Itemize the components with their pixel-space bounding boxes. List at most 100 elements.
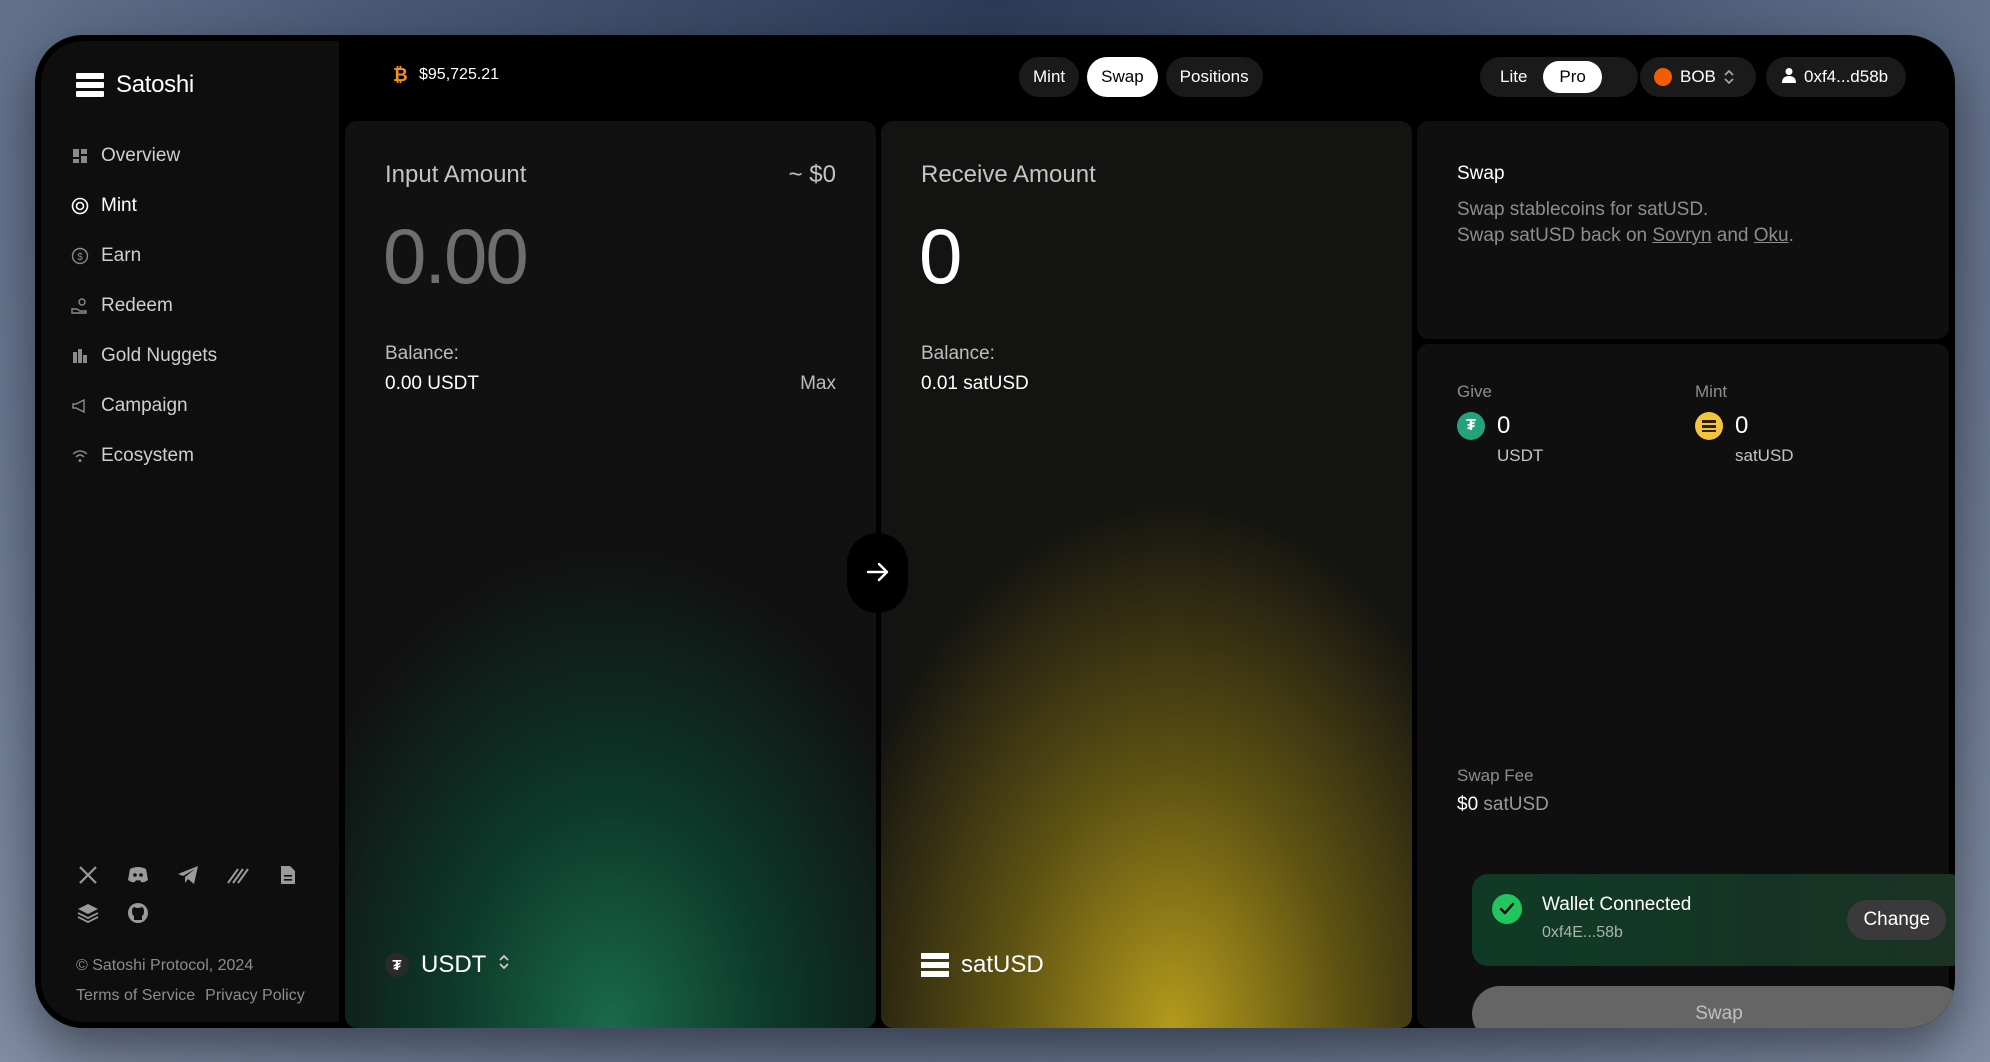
input-balance-label: Balance: [385,343,459,364]
sidebar-item-label: Overview [101,145,181,166]
hand-coins-icon [71,297,89,315]
input-panel: Input Amount ~ $0 0.00 Balance: 0.00 USD… [345,121,876,1028]
target-icon [71,197,89,215]
info-title: Swap [1457,163,1505,184]
tab-positions[interactable]: Positions [1165,57,1263,97]
sidebar-item-overview[interactable]: Overview [71,131,217,181]
bitcoin-icon: ₿ [393,65,408,85]
give-amount: ₮ 0 [1457,412,1510,440]
x-icon[interactable] [76,863,100,887]
info-line-2: Swap satUSD back on Sovryn and Oku. [1457,225,1794,247]
sidebar-item-campaign[interactable]: Campaign [71,381,217,431]
app-window: Satoshi Overview Mint $ Earn Redeem Gold… [35,35,1955,1028]
user-icon [1782,67,1796,88]
input-amount-field[interactable]: 0.00 [383,211,529,302]
brand-name: Satoshi [116,71,194,98]
layers-icon[interactable] [76,901,100,925]
sidebar-item-redeem[interactable]: Redeem [71,281,217,331]
receive-panel: Receive Amount 0 Balance: 0.01 satUSD sa… [881,121,1412,1028]
tether-icon: ₮ [1457,412,1485,440]
tether-icon: ₮ [385,953,409,977]
input-usd-value: ~ $0 [788,161,836,188]
svg-text:$: $ [77,252,83,263]
mode-lite[interactable]: Lite [1484,61,1543,93]
satoshi-logo-icon [76,73,104,97]
sidebar-item-label: Ecosystem [101,445,194,466]
chevron-updown-icon [498,951,510,979]
network-name: BOB [1680,67,1716,86]
sidebar: Satoshi Overview Mint $ Earn Redeem Gold… [41,41,339,1022]
swap-fee-token: satUSD [1483,794,1549,815]
btc-price: ₿ $95,725.21 [393,65,499,85]
account-address: 0xf4...d58b [1804,67,1889,86]
satusd-coin-icon [1695,412,1723,440]
receive-balance-label: Balance: [921,343,995,364]
terms-link[interactable]: Terms of Service [76,987,195,1005]
max-button[interactable]: Max [800,373,836,395]
sidebar-item-mint[interactable]: Mint [71,181,217,231]
megaphone-icon [71,397,89,415]
mint-amount: 0 [1695,412,1748,440]
swap-direction-button[interactable] [847,533,908,613]
receive-balance-value: 0.01 satUSD [921,373,1029,394]
give-token: USDT [1497,446,1544,465]
network-selector[interactable]: BOB [1640,57,1756,97]
swap-button[interactable]: Swap [1472,986,1955,1028]
github-icon[interactable] [126,901,150,925]
account-button[interactable]: 0xf4...d58b [1766,57,1906,97]
mint-label: Mint [1695,382,1728,401]
info-line-2-suffix: . [1788,225,1794,246]
change-wallet-button[interactable]: Change [1847,900,1946,940]
mode-pro[interactable]: Pro [1543,61,1602,93]
sidebar-item-ecosystem[interactable]: Ecosystem [71,431,217,481]
telegram-icon[interactable] [176,863,200,887]
satusd-icon [921,953,949,977]
grid-icon [71,147,89,165]
swap-fee-label: Swap Fee [1457,766,1534,785]
oku-link[interactable]: Oku [1754,225,1789,246]
discord-icon[interactable] [126,863,150,887]
swap-fee-value: $0 satUSD [1457,794,1549,816]
wallet-address: 0xf4E...58b [1542,924,1623,941]
sidebar-item-earn[interactable]: $ Earn [71,231,217,281]
wallet-status: Wallet Connected 0xf4E...58b Change [1472,874,1955,966]
sidebar-item-label: Mint [101,195,137,216]
receive-amount-label: Receive Amount [921,161,1096,188]
sovryn-link[interactable]: Sovryn [1652,225,1711,246]
sidebar-item-label: Redeem [101,295,173,316]
privacy-link[interactable]: Privacy Policy [205,987,305,1005]
dollar-circle-icon: $ [71,247,89,265]
document-icon[interactable] [276,863,300,887]
brand[interactable]: Satoshi [76,71,194,99]
input-token-selector[interactable]: ₮ USDT [385,951,510,979]
input-amount-label: Input Amount [385,161,527,188]
input-balance-value: 0.00 USDT [385,373,479,394]
input-token-name: USDT [421,951,487,978]
legal-links: Terms of Service Privacy Policy [76,987,305,1005]
mint-amount-value: 0 [1735,412,1749,439]
wifi-icon [71,447,89,465]
chevron-updown-icon [1724,69,1734,85]
bob-network-icon [1654,68,1672,86]
sidebar-item-label: Earn [101,245,142,266]
tab-swap[interactable]: Swap [1087,57,1158,97]
receive-token-name: satUSD [961,951,1044,978]
main-tabs: Mint Swap Positions [1019,57,1263,97]
mode-toggle: Lite Pro [1480,57,1638,97]
social-links [76,863,316,925]
tab-mint[interactable]: Mint [1019,57,1080,97]
btc-price-value: $95,725.21 [419,66,500,83]
receive-token: satUSD [921,951,1044,979]
swap-info-panel: Swap Swap stablecoins for satUSD. Swap s… [1417,121,1949,339]
give-label: Give [1457,382,1492,401]
sidebar-item-label: Campaign [101,395,188,416]
mint-token: satUSD [1735,446,1794,465]
swap-fee-amount: $0 [1457,794,1479,815]
sidebar-item-gold-nuggets[interactable]: Gold Nuggets [71,331,217,381]
bars-icon [71,347,89,365]
give-amount-value: 0 [1497,412,1511,439]
receive-amount-value: 0 [919,212,962,300]
sidebar-item-label: Gold Nuggets [101,345,218,366]
lines-icon[interactable] [226,863,250,887]
wallet-status-title: Wallet Connected [1542,894,1692,915]
